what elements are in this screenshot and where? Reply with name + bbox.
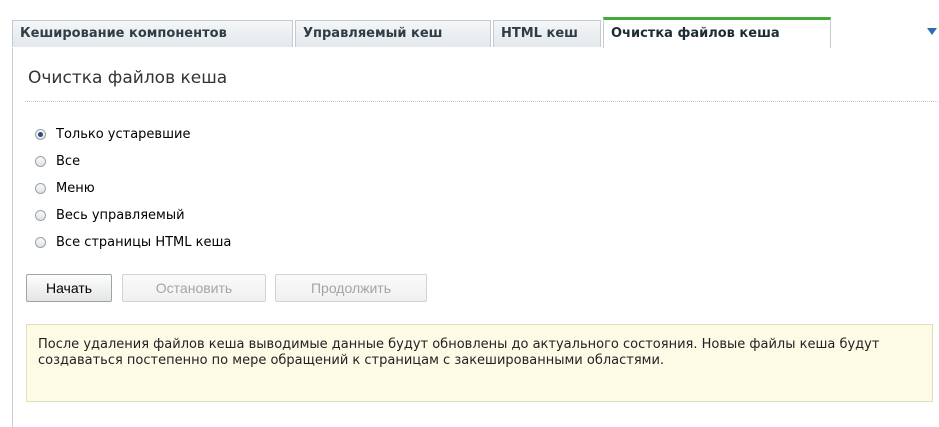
divider bbox=[25, 101, 939, 102]
option-label: Меню bbox=[56, 181, 95, 196]
option-outdated-only[interactable]: Только устаревшие bbox=[35, 121, 231, 148]
radio-icon[interactable] bbox=[35, 156, 46, 167]
page-title: Очистка файлов кеша bbox=[28, 68, 228, 88]
tab-html-cache[interactable]: HTML кеш bbox=[493, 20, 601, 47]
info-note: После удаления файлов кеша выводимые дан… bbox=[26, 324, 933, 402]
tab-panel: Очистка файлов кеша Только устаревшие Вс… bbox=[12, 48, 939, 427]
tab-component-cache[interactable]: Кеширование компонентов bbox=[12, 20, 293, 47]
tab-bar: Кеширование компонентов Управляемый кеш … bbox=[12, 8, 939, 49]
radio-icon[interactable] bbox=[35, 237, 46, 248]
radio-icon[interactable] bbox=[35, 210, 46, 221]
tab-managed-cache[interactable]: Управляемый кеш bbox=[295, 20, 491, 47]
option-label: Все bbox=[56, 154, 81, 169]
chevron-down-icon[interactable] bbox=[927, 28, 937, 35]
tab-clear-cache-files[interactable]: Очистка файлов кеша bbox=[603, 17, 831, 49]
continue-button[interactable]: Продолжить bbox=[275, 274, 427, 302]
start-button[interactable]: Начать bbox=[26, 274, 112, 302]
cache-clear-options: Только устаревшие Все Меню Весь управляе… bbox=[35, 121, 231, 256]
option-all-managed[interactable]: Весь управляемый bbox=[35, 202, 231, 229]
radio-checked-icon[interactable] bbox=[35, 129, 46, 140]
radio-icon[interactable] bbox=[35, 183, 46, 194]
option-label: Только устаревшие bbox=[56, 127, 191, 142]
stop-button[interactable]: Остановить bbox=[122, 274, 266, 302]
option-all-html-pages[interactable]: Все страницы HTML кеша bbox=[35, 229, 231, 256]
option-label: Все страницы HTML кеша bbox=[56, 235, 232, 250]
option-all[interactable]: Все bbox=[35, 148, 231, 175]
option-menu[interactable]: Меню bbox=[35, 175, 231, 202]
option-label: Весь управляемый bbox=[56, 208, 185, 223]
